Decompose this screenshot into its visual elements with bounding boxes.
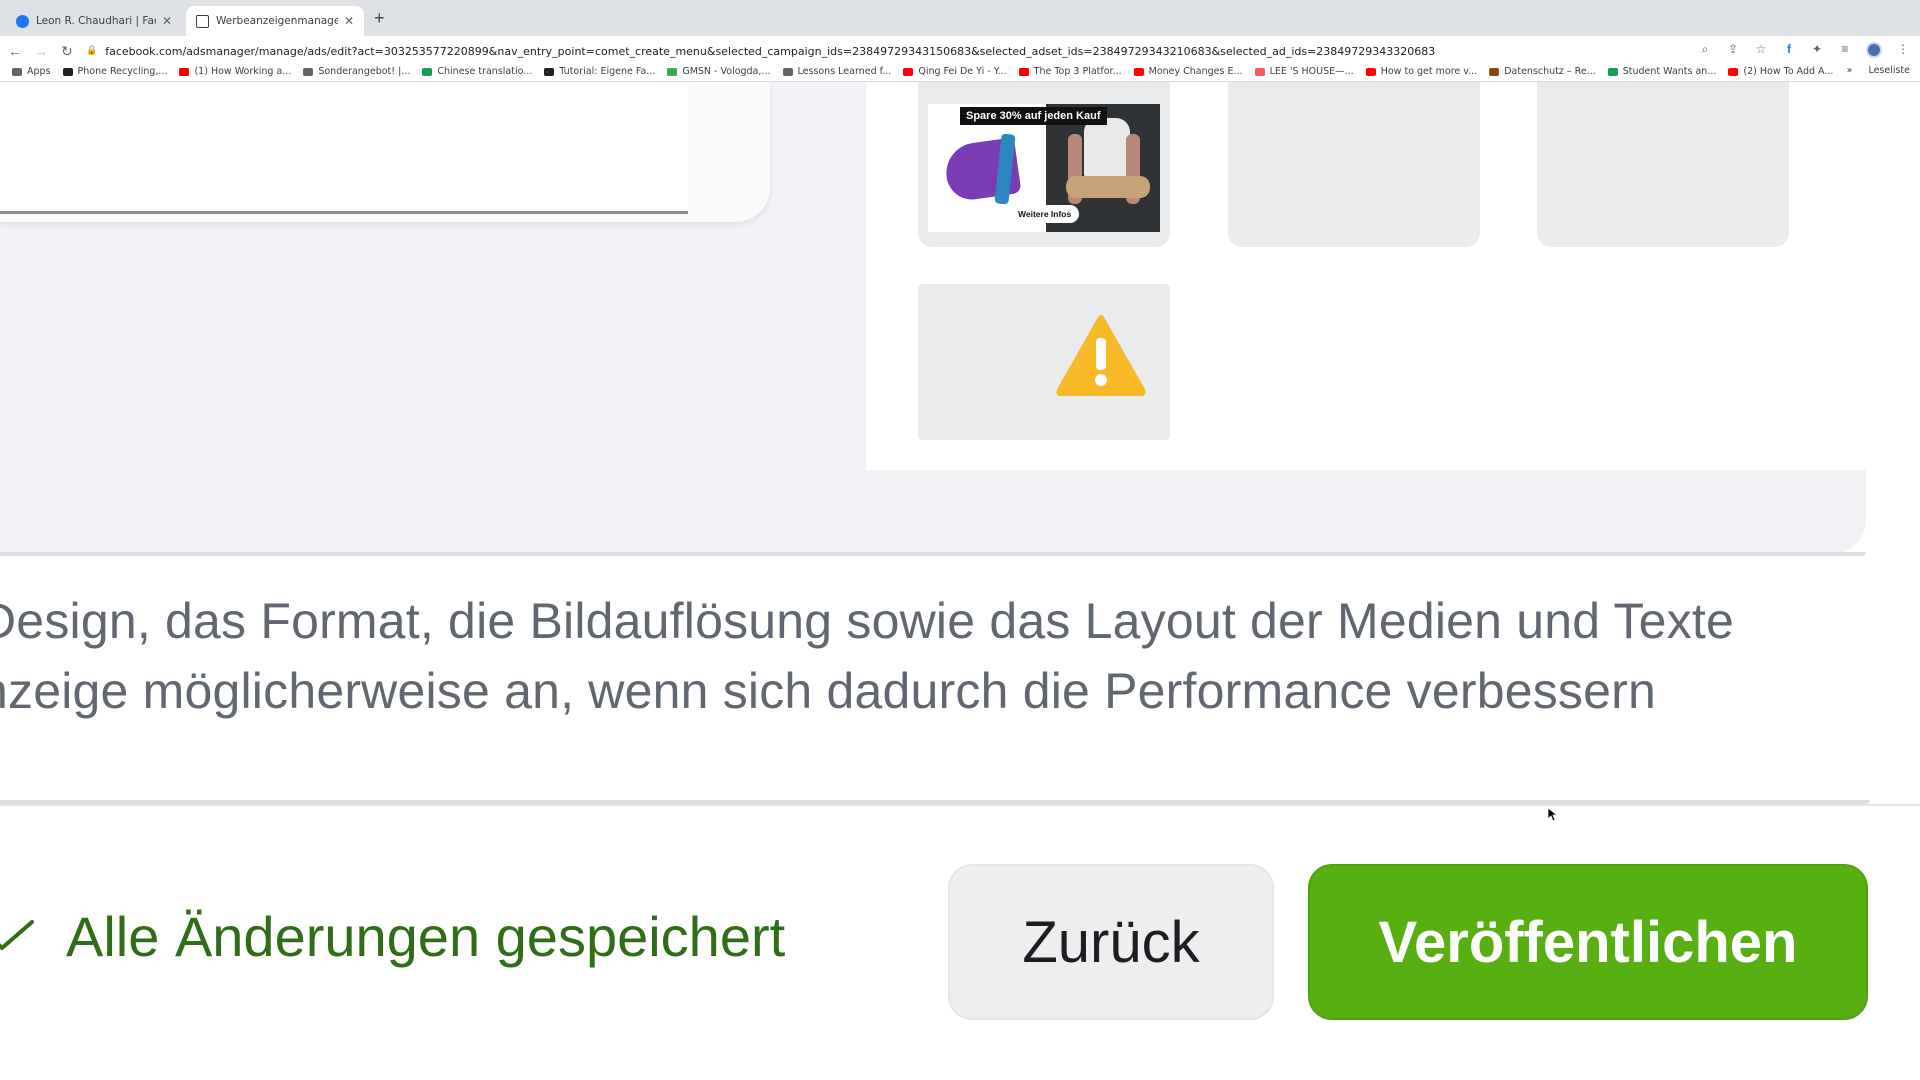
back-button[interactable]: Zurück [948,864,1274,1020]
bookmark-label: Tutorial: Eigene Fa... [559,66,656,77]
bookmark-item[interactable]: Tutorial: Eigene Fa... [544,66,655,77]
share-icon[interactable]: ⇪ [1726,42,1740,58]
back-arrow-icon[interactable]: ← [4,43,26,59]
description-text-line: Design, das Format, die Bildauflösung so… [0,593,1734,649]
close-tab-icon[interactable]: ✕ [344,14,354,28]
reading-list-icon[interactable]: ≡ [1838,42,1852,58]
close-tab-icon[interactable]: ✕ [162,14,172,28]
bookmark-favicon-icon [62,67,73,76]
bookmark-item[interactable]: (2) How To Add A... [1728,66,1833,77]
ad-offer-badge: Spare 30% auf jeden Kauf [960,107,1107,125]
tab-facebook-profile[interactable]: Leon R. Chaudhari | Facebook ✕ [6,6,182,36]
zoom-icon[interactable]: ⌕ [1698,42,1712,58]
bookmark-item[interactable]: The Top 3 Platfor... [1018,66,1122,77]
bookmark-favicon-icon [422,67,433,76]
person-shape [1084,118,1130,178]
bookmark-label: Chinese translatio... [437,66,533,77]
extensions-puzzle-icon[interactable]: ✦ [1810,42,1824,58]
new-tab-button[interactable]: + [374,8,385,29]
ad-preview-card [0,82,770,222]
ads-manager-page: Spare 30% auf jeden Kauf Weitere Infos D… [0,82,1920,1080]
bookmark-favicon-icon [782,67,793,76]
bookmark-favicon-icon [179,67,190,76]
bookmark-item[interactable]: How to get more v... [1365,66,1478,77]
bookmark-favicon-icon [1365,67,1376,76]
bookmark-item[interactable]: Chinese translatio... [422,66,532,77]
bookmark-favicon-icon [903,67,914,76]
checkmark-icon [0,920,34,950]
mouse-cursor-icon [1548,808,1558,822]
bookmark-label: (2) How To Add A... [1743,66,1834,77]
bookmark-favicon-icon [544,67,555,76]
bookmark-label: Qing Fei De Yi - Y... [918,66,1007,77]
bookmark-favicon-icon [1018,67,1029,76]
bookmark-label: Sonderangebot! |... [318,66,411,77]
bookmark-star-icon[interactable]: ☆ [1754,42,1768,58]
bookmark-item[interactable]: Phone Recycling,... [62,66,168,77]
placement-thumbnail[interactable] [1537,82,1789,247]
bookmark-favicon-icon [12,67,22,76]
saved-status-text: Alle Änderungen gespeichert [66,905,786,968]
bookmark-item[interactable]: Lessons Learned f... [782,66,892,77]
browser-tab-bar: Leon R. Chaudhari | Facebook ✕ Werbeanze… [0,0,1920,36]
bookmark-label: Phone Recycling,... [77,66,168,77]
bookmarks-bar: Apps Phone Recycling,... (1) How Working a… [0,62,1920,82]
lock-icon: 🔒 [86,46,98,56]
bookmark-favicon-icon [1728,67,1739,76]
bookmark-item[interactable]: (1) How Working a... [179,66,291,77]
reading-list-button[interactable]: Leseliste [1868,65,1910,76]
bookmark-favicon-icon [1489,67,1500,76]
bookmarks-right: » Leseliste [1847,65,1910,76]
tab-title: Werbeanzeigenmanager - Wer [216,15,338,27]
bookmark-item[interactable]: Datenschutz – Re... [1489,66,1596,77]
ad-cta-button: Weitere Infos [1010,205,1080,223]
description-text-line: nzeige möglicherweise an, wenn sich dadu… [0,663,1656,719]
address-bar[interactable]: 🔒 facebook.com/adsmanager/manage/ads/edi… [86,40,1830,62]
bookmark-favicon-icon [303,67,314,76]
publish-button[interactable]: Veröffentlichen [1308,864,1868,1020]
bookmarks-overflow-button[interactable]: » [1847,65,1853,76]
bookmark-label: GMSN - Vologda,... [682,66,771,77]
ad-preview-frame [0,82,688,214]
bookmark-item[interactable]: LEE 'S HOUSE—... [1254,66,1354,77]
facebook-icon [16,14,29,28]
bookmark-label: Datenschutz – Re... [1504,66,1596,77]
bookmark-label: The Top 3 Platfor... [1033,66,1122,77]
url-text: facebook.com/adsmanager/manage/ads/edit?… [105,44,1436,58]
profile-avatar[interactable] [1866,42,1882,58]
bookmark-item[interactable]: Apps [12,66,51,77]
bookmark-label: Student Wants an... [1622,66,1717,77]
bookmark-label: (1) How Working a... [194,66,292,77]
skateboard-shape [1066,176,1150,198]
toolbar-actions: ⌕ ⇪ ☆ f ✦ ≡ ⋮ [1698,42,1910,58]
bookmark-favicon-icon [667,67,678,76]
bookmark-label: Money Changes E... [1148,66,1243,77]
tab-ads-manager[interactable]: Werbeanzeigenmanager - Wer ✕ [186,6,364,36]
bookmark-favicon-icon [1254,67,1265,76]
bookmark-item[interactable]: Sonderangebot! |... [303,66,410,77]
ads-manager-icon [196,14,209,28]
bookmark-label: How to get more v... [1380,66,1478,77]
reload-icon[interactable]: ↻ [56,43,78,60]
bookmark-label: Apps [27,66,51,77]
bookmark-label: LEE 'S HOUSE—... [1269,66,1354,77]
bookmark-item[interactable]: Student Wants an... [1607,66,1717,77]
bookmark-item[interactable]: GMSN - Vologda,... [667,66,771,77]
bookmark-label: Lessons Learned f... [797,66,892,77]
bookmark-item[interactable]: Money Changes E... [1133,66,1243,77]
facebook-extension-icon[interactable]: f [1782,42,1796,58]
warning-icon [1056,315,1146,396]
placement-thumbnail[interactable] [1228,82,1480,247]
bookmark-favicon-icon [1607,67,1618,76]
bookmark-favicon-icon [1133,67,1144,76]
bookmark-item[interactable]: Qing Fei De Yi - Y... [903,66,1007,77]
tab-title: Leon R. Chaudhari | Facebook [36,15,156,27]
forward-arrow-icon[interactable]: → [30,43,52,59]
menu-kebab-icon[interactable]: ⋮ [1896,42,1910,58]
